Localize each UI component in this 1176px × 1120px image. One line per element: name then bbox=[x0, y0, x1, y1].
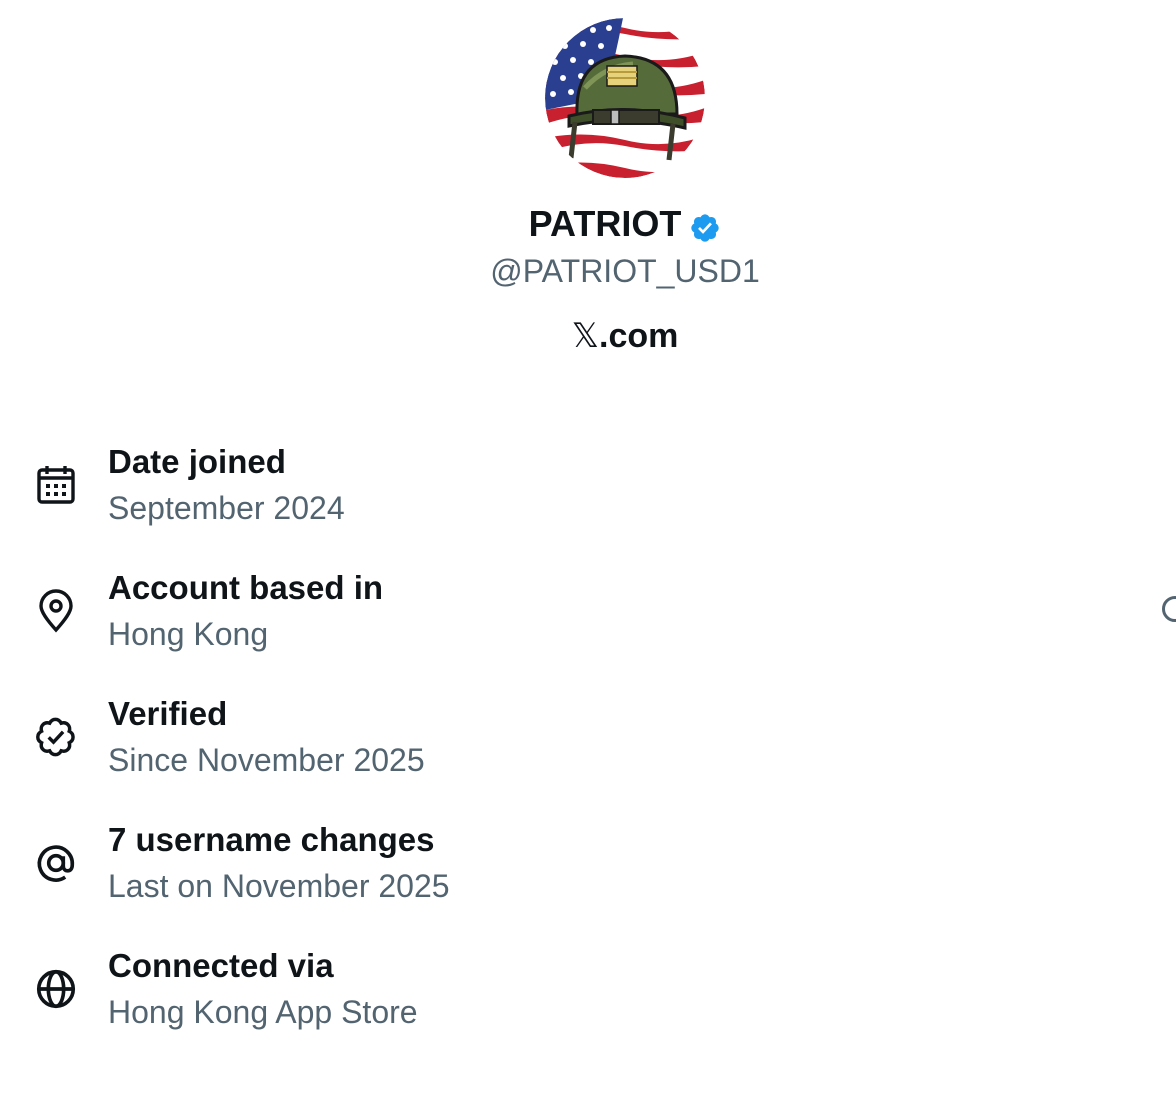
info-row-verified: Verified Since November 2025 bbox=[0, 692, 1176, 792]
info-row-account-based-in: Account based in Hong Kong bbox=[0, 566, 1176, 666]
at-sign-icon bbox=[33, 840, 79, 886]
info-title: 7 username changes bbox=[108, 821, 435, 858]
info-row-date-joined: Date joined September 2024 bbox=[0, 440, 1176, 540]
info-row-username-changes: 7 username changes Last on November 2025 bbox=[0, 818, 1176, 918]
globe-icon bbox=[33, 966, 79, 1012]
avatar[interactable] bbox=[545, 18, 705, 178]
x-logo: 𝕏 bbox=[571, 316, 600, 356]
profile-name: PATRIOT bbox=[0, 200, 1176, 248]
info-value: September 2024 bbox=[108, 490, 345, 526]
calendar-icon bbox=[33, 462, 79, 508]
verified-badge-icon[interactable] bbox=[689, 208, 721, 242]
info-value: Hong Kong bbox=[108, 616, 269, 652]
site-suffix: .com bbox=[599, 317, 679, 355]
info-value: Last on November 2025 bbox=[108, 868, 450, 904]
verified-check-icon bbox=[33, 714, 79, 760]
info-title: Verified bbox=[108, 695, 228, 732]
display-name: PATRIOT bbox=[528, 203, 682, 244]
profile-handle: @PATRIOT_USD1 bbox=[490, 253, 760, 289]
army-helmet-icon bbox=[545, 18, 705, 178]
location-pin-icon bbox=[33, 588, 79, 634]
info-value: Hong Kong App Store bbox=[108, 994, 418, 1030]
info-row-connected-via: Connected via Hong Kong App Store bbox=[0, 944, 1176, 1044]
info-title: Connected via bbox=[108, 947, 334, 984]
info-title: Date joined bbox=[108, 443, 286, 480]
info-title: Account based in bbox=[108, 569, 384, 606]
site-domain: 𝕏.com bbox=[0, 314, 1176, 358]
info-value: Since November 2025 bbox=[108, 742, 425, 778]
